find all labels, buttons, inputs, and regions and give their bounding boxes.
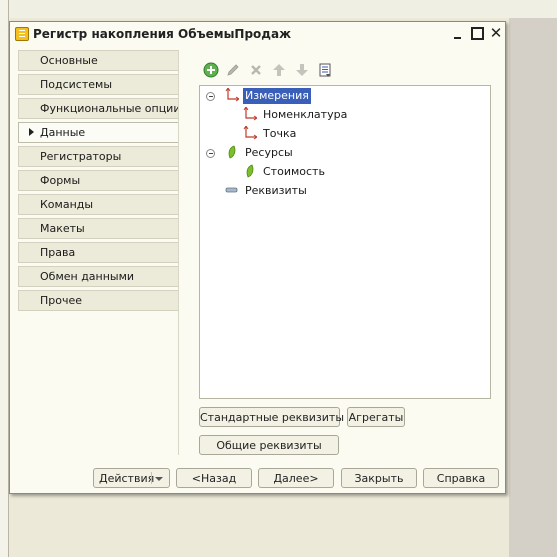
data-pane: Измерения Номенклатура Точка Ресурсы Сто… (178, 50, 499, 455)
dimension-icon (243, 126, 257, 140)
tab-data-exchange[interactable]: Обмен данными (18, 266, 178, 287)
collapse-toggle-icon[interactable] (206, 149, 215, 158)
minimize-icon (454, 37, 461, 39)
tab-label: Основные (40, 54, 98, 67)
close-icon: ✕ (489, 24, 503, 42)
tab-label: Подсистемы (40, 78, 113, 91)
list-icon[interactable] (317, 62, 333, 78)
tab-functional-options[interactable]: Функциональные опции (18, 98, 181, 119)
tab-label: Команды (40, 198, 94, 211)
tree-node-label: Точка (263, 127, 297, 140)
chevron-down-icon (155, 477, 163, 481)
tree-node-label: Номенклатура (263, 108, 348, 121)
tab-label: Формы (40, 174, 81, 187)
tree-node-label: Ресурсы (245, 146, 293, 159)
register-icon (15, 27, 29, 41)
tab-main[interactable]: Основные (18, 50, 178, 71)
back-button[interactable]: <Назад (176, 468, 252, 488)
add-icon[interactable] (203, 62, 219, 78)
tree-node-label: Стоимость (263, 165, 325, 178)
maximize-icon (471, 27, 484, 40)
move-up-icon[interactable] (271, 62, 287, 78)
tab-label: Функциональные опции (40, 102, 181, 115)
tab-label: Права (40, 246, 76, 259)
tab-label: Прочее (40, 294, 83, 307)
tab-label: Обмен данными (40, 270, 135, 283)
section-tabs: Основные Подсистемы Функциональные опции… (18, 50, 181, 314)
delete-icon[interactable] (248, 62, 264, 78)
standard-attributes-button[interactable]: Стандартные реквизиты (199, 407, 344, 427)
help-button[interactable]: Справка (423, 468, 499, 488)
tab-other[interactable]: Прочее (18, 290, 178, 311)
move-down-icon[interactable] (294, 62, 310, 78)
close-button[interactable]: Закрыть (341, 468, 417, 488)
close-window-button[interactable]: ✕ (488, 25, 504, 41)
tab-templates[interactable]: Макеты (18, 218, 178, 239)
tab-subsystems[interactable]: Подсистемы (18, 74, 178, 95)
tab-registrators[interactable]: Регистраторы (18, 146, 178, 167)
minimize-button[interactable] (450, 25, 466, 41)
left-panel-edge (0, 0, 9, 557)
tree-node-label: Измерения (243, 88, 311, 104)
actions-label: Действия (99, 472, 155, 485)
common-attributes-button[interactable]: Общие реквизиты (199, 435, 339, 455)
dimension-icon (225, 88, 239, 102)
edit-icon[interactable] (225, 62, 241, 78)
structure-tree[interactable]: Измерения Номенклатура Точка Ресурсы Сто… (199, 85, 491, 399)
active-tab-arrow-icon (29, 128, 34, 136)
tab-label: Данные (40, 126, 86, 139)
title-bar: Регистр накопления ОбъемыПродаж ✕ (10, 22, 505, 46)
tree-node-label: Реквизиты (245, 184, 307, 197)
tab-forms[interactable]: Формы (18, 170, 178, 191)
tab-label: Регистраторы (40, 150, 122, 163)
desktop-strip (0, 0, 557, 18)
window-title: Регистр накопления ОбъемыПродаж (33, 27, 292, 41)
tab-data[interactable]: Данные (18, 122, 178, 143)
dimension-icon (243, 107, 257, 121)
maximize-button[interactable] (469, 25, 485, 41)
tab-rights[interactable]: Права (18, 242, 178, 263)
tab-commands[interactable]: Команды (18, 194, 178, 215)
resource-icon (228, 145, 236, 159)
register-editor-window: Регистр накопления ОбъемыПродаж ✕ Основн… (9, 21, 506, 494)
collapse-toggle-icon[interactable] (206, 92, 215, 101)
dropdown-separator (151, 472, 152, 484)
next-button[interactable]: Далее> (258, 468, 334, 488)
resource-icon (246, 164, 254, 178)
aggregates-button[interactable]: Агрегаты (347, 407, 405, 427)
attribute-icon (225, 187, 238, 193)
tab-label: Макеты (40, 222, 85, 235)
actions-dropdown[interactable]: Действия (93, 468, 170, 488)
